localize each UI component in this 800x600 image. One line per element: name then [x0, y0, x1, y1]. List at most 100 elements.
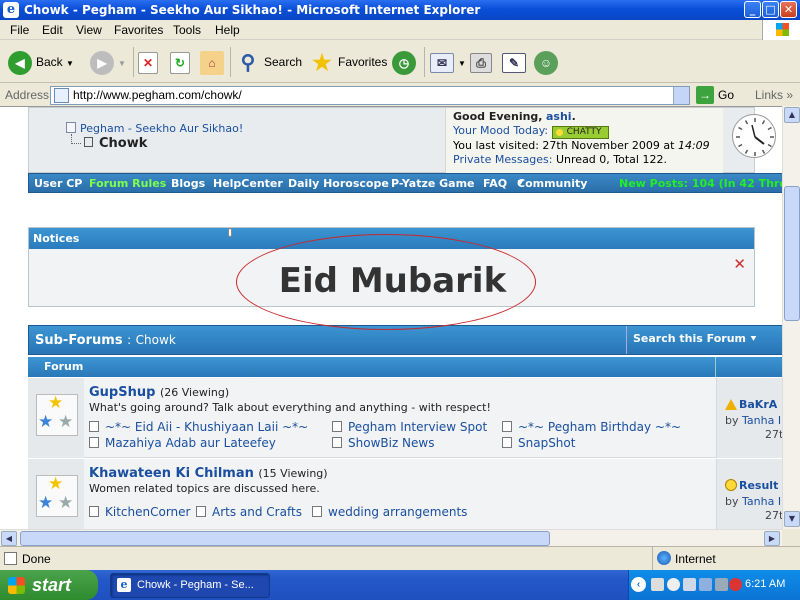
refresh-button[interactable]: ↻ [170, 48, 194, 76]
messenger-button[interactable]: ☺ [534, 48, 562, 76]
globe-icon [657, 551, 671, 565]
tray-icon[interactable] [683, 578, 696, 591]
back-label: Back [36, 55, 63, 69]
forward-button[interactable]: ▶ ▼ [90, 48, 126, 76]
subforum-link[interactable]: SnapShot [502, 436, 575, 450]
forum-header: Pegham - Seekho Aur Sikhao! Chowk Good E… [28, 107, 776, 174]
address-url: http://www.pegham.com/chowk/ [73, 88, 242, 102]
nav-daily-horoscope[interactable]: Daily Horoscope [288, 174, 389, 192]
taskbar-clock[interactable]: 6:21 AM [745, 578, 785, 590]
network-icon[interactable] [699, 578, 712, 591]
search-button[interactable]: ⚲ Search [236, 48, 302, 76]
taskbar-item-label: Chowk - Pegham - Se... [137, 579, 254, 591]
menu-bar: File Edit View Favorites Tools Help [0, 20, 800, 40]
last-visited-time: 14:09 [677, 139, 710, 152]
last-visited: You last visited: 27th November 2009 at [453, 139, 675, 152]
last-post-date: 27t [765, 509, 782, 522]
tray-icon[interactable] [651, 578, 664, 591]
mood-label[interactable]: Your Mood Today: [453, 124, 548, 137]
scroll-left-button[interactable]: ◀ [1, 531, 17, 546]
subforum-link[interactable]: wedding arrangements [312, 505, 467, 519]
subforums-title: Sub-Forums : Chowk [35, 333, 176, 348]
menu-edit[interactable]: Edit [42, 23, 63, 37]
breadcrumb-current: Chowk [84, 136, 147, 151]
scroll-right-button[interactable]: ▶ [764, 531, 780, 546]
address-bar: Address http://www.pegham.com/chowk/ → Go… [0, 84, 800, 106]
horizontal-scroll-thumb[interactable] [20, 531, 550, 546]
back-icon: ◀ [8, 50, 32, 75]
nav-p-yatze-game[interactable]: P-Yatze Game [391, 174, 475, 192]
forum-title-gupshup[interactable]: GupShup (26 Viewing) [89, 385, 229, 400]
stop-button[interactable]: ✕ [138, 48, 162, 76]
subforum-link[interactable]: Mazahiya Adab aur Lateefey [89, 436, 276, 450]
vertical-scroll-thumb[interactable] [784, 186, 800, 321]
forum-title-khawateen[interactable]: Khawateen Ki Chilman (15 Viewing) [89, 466, 328, 481]
menu-favorites[interactable]: Favorites [114, 23, 163, 37]
address-input[interactable]: http://www.pegham.com/chowk/ [50, 86, 690, 105]
ie-icon: e [117, 578, 131, 592]
menu-file[interactable]: File [10, 23, 29, 37]
links-button[interactable]: Links » [755, 88, 793, 102]
favorites-button[interactable]: ★ Favorites [310, 48, 387, 76]
menu-view[interactable]: View [76, 23, 102, 37]
last-post-author: by Tanha I [725, 414, 782, 427]
scroll-up-button[interactable]: ▲ [784, 107, 800, 123]
mail-icon: ✉ [430, 52, 454, 73]
scroll-down-button[interactable]: ▼ [784, 511, 800, 527]
address-dropdown-button[interactable] [673, 87, 689, 104]
vertical-scrollbar[interactable]: ▲ ▼ [782, 106, 800, 529]
address-label: Address [5, 88, 50, 102]
new-posts-link[interactable]: New Posts: 104 (In 42 Threads) [619, 174, 782, 192]
subforum-link[interactable]: KitchenCorner [89, 505, 190, 519]
private-messages-link[interactable]: Private Messages: [453, 153, 553, 166]
horizontal-scrollbar[interactable]: ◀ ▶ [0, 529, 782, 546]
username-link[interactable]: ashi [546, 110, 572, 123]
subforum-link[interactable]: ~*~ Eid Aii - Khushiyaan Laii ~*~ [89, 420, 308, 434]
shield-icon[interactable] [729, 578, 742, 591]
window-close-button[interactable]: ✕ [780, 1, 797, 18]
close-icon[interactable]: ✕ [733, 255, 746, 273]
subforum-link[interactable]: ~*~ Pegham Birthday ~*~ [502, 420, 681, 434]
menu-tools[interactable]: Tools [173, 23, 201, 37]
maximize-button[interactable]: □ [762, 1, 779, 18]
window-title-bar[interactable]: e Chowk - Pegham - Seekho Aur Sikhao! - … [0, 0, 800, 20]
minimize-button[interactable]: _ [744, 1, 761, 18]
chevron-left-icon[interactable]: ‹ [631, 577, 646, 592]
nav-blogs[interactable]: Blogs [171, 174, 205, 192]
go-label: Go [718, 88, 735, 102]
home-button[interactable]: ⌂ [200, 48, 228, 76]
nav-helpcenter[interactable]: HelpCenter [213, 174, 283, 192]
subforum-link[interactable]: ShowBiz News [332, 436, 434, 450]
edit-button[interactable]: ✎ [502, 48, 530, 76]
start-button[interactable]: start [0, 570, 98, 600]
star-icon: ★ ★ ★ [36, 475, 78, 517]
nav-forum-rules[interactable]: Forum Rules [89, 174, 166, 192]
tray-icon[interactable] [715, 578, 728, 591]
search-forum-button[interactable]: Search this Forum ⯆ [626, 326, 757, 354]
menu-help[interactable]: Help [215, 23, 240, 37]
nav-user-cp[interactable]: User CP [34, 174, 82, 192]
private-messages-count: Unread 0, Total 122. [556, 153, 667, 166]
print-icon: ⎙ [470, 52, 492, 73]
last-post-title[interactable]: BaKrA [725, 398, 777, 411]
last-post-cell: Result by Tanha I 27t [716, 459, 782, 529]
back-button[interactable]: ◀ Back ▼ [8, 48, 74, 76]
nav-faq[interactable]: FAQ [483, 174, 507, 192]
search-label: Search [264, 55, 303, 69]
print-button[interactable]: ⎙ [470, 48, 496, 76]
status-text: Done [22, 552, 51, 566]
forum-description: Women related topics are discussed here. [89, 482, 320, 495]
subforum-link[interactable]: Pegham Interview Spot [332, 420, 487, 434]
breadcrumb-root[interactable]: Pegham - Seekho Aur Sikhao! [66, 122, 243, 135]
forum-row: ★ ★ ★ GupShup (26 Viewing) What's going … [28, 378, 782, 458]
start-label: start [32, 575, 72, 595]
subforum-link[interactable]: Arts and Crafts [196, 505, 302, 519]
history-button[interactable]: ◷ [392, 48, 420, 76]
page-icon [84, 137, 93, 147]
tray-icon[interactable] [667, 578, 680, 591]
ie-icon: e [3, 2, 19, 18]
mail-button[interactable]: ✉ ▼ [430, 48, 466, 76]
taskbar-item-ie[interactable]: e Chowk - Pegham - Se... [110, 573, 270, 598]
go-button[interactable]: → Go [696, 86, 734, 104]
last-post-title[interactable]: Result [725, 479, 778, 492]
